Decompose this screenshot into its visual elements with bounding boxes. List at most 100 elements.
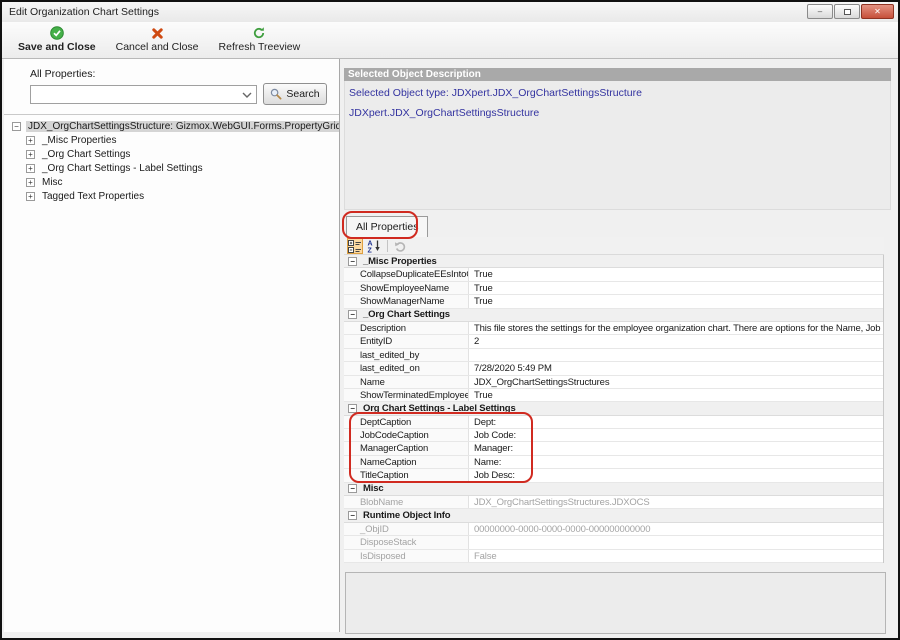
expand-icon[interactable]: + bbox=[26, 150, 35, 159]
property-value-cell[interactable]: True bbox=[469, 295, 883, 307]
collapse-icon[interactable]: − bbox=[348, 310, 357, 319]
property-value-cell[interactable]: JDX_OrgChartSettingsStructures.JDXOCS bbox=[469, 496, 883, 508]
undo-icon[interactable] bbox=[393, 238, 409, 254]
left-panel: All Properties: Search − JDX_OrgChartSet… bbox=[4, 59, 340, 632]
tree-item-misc[interactable]: +Misc bbox=[4, 175, 339, 189]
maximize-icon bbox=[844, 9, 851, 15]
categorized-icon[interactable] bbox=[347, 238, 363, 254]
collapse-icon[interactable]: − bbox=[348, 404, 357, 413]
property-row-namecaption[interactable]: NameCaptionName: bbox=[344, 456, 883, 469]
category-row-misc-properties[interactable]: −_Misc Properties bbox=[344, 255, 883, 268]
property-name-cell[interactable]: last_edited_on bbox=[344, 362, 469, 374]
expand-icon[interactable]: + bbox=[26, 192, 35, 201]
tab-all-properties[interactable]: All Properties bbox=[346, 216, 428, 237]
property-value-cell[interactable]: Dept: bbox=[469, 416, 883, 428]
collapse-icon[interactable]: − bbox=[12, 122, 21, 131]
save-and-close-button[interactable]: Save and Close bbox=[8, 22, 106, 58]
property-value-cell[interactable]: JDX_OrgChartSettingsStructures bbox=[469, 376, 883, 388]
property-name-cell[interactable]: DeptCaption bbox=[344, 416, 469, 428]
property-row-blobname[interactable]: BlobNameJDX_OrgChartSettingsStructures.J… bbox=[344, 496, 883, 509]
property-value-cell[interactable]: True bbox=[469, 268, 883, 280]
property-row-collapseduplicateeesintoone[interactable]: CollapseDuplicateEEsIntoOneTrue bbox=[344, 268, 883, 281]
alphabetical-sort-icon[interactable]: A Z bbox=[366, 238, 382, 254]
collapse-icon[interactable]: − bbox=[348, 257, 357, 266]
property-value-cell[interactable]: Manager: bbox=[469, 442, 883, 454]
property-row-last-edited-on[interactable]: last_edited_on7/28/2020 5:49 PM bbox=[344, 362, 883, 375]
tree-children: + _Misc Properties+_Org Chart Settings+_O… bbox=[4, 133, 339, 203]
property-name-cell[interactable]: _ObjID bbox=[344, 523, 469, 535]
property-row-showterminatedemployees[interactable]: ShowTerminatedEmployeesTrue bbox=[344, 389, 883, 402]
tree-item-label: _Misc Properties bbox=[40, 135, 118, 146]
category-label: Misc bbox=[363, 483, 384, 496]
search-button[interactable]: Search bbox=[263, 83, 327, 105]
property-name-cell[interactable]: Name bbox=[344, 376, 469, 388]
expand-icon[interactable]: + bbox=[26, 164, 35, 173]
property-name-cell[interactable]: EntityID bbox=[344, 335, 469, 347]
category-row-runtime-object-info[interactable]: −Runtime Object Info bbox=[344, 509, 883, 522]
minimize-button[interactable]: – bbox=[807, 4, 833, 19]
collapse-icon[interactable]: − bbox=[348, 484, 357, 493]
cancel-and-close-button[interactable]: Cancel and Close bbox=[106, 22, 209, 58]
property-value-cell[interactable]: Job Code: bbox=[469, 429, 883, 441]
category-row-misc[interactable]: −Misc bbox=[344, 483, 883, 496]
property-row-showmanagername[interactable]: ShowManagerNameTrue bbox=[344, 295, 883, 308]
property-value-cell[interactable]: True bbox=[469, 282, 883, 294]
property-name-cell[interactable]: last_edited_by bbox=[344, 349, 469, 361]
category-row-org-chart-settings[interactable]: −_Org Chart Settings bbox=[344, 309, 883, 322]
property-row-jobcodecaption[interactable]: JobCodeCaptionJob Code: bbox=[344, 429, 883, 442]
property-value-cell[interactable]: Job Desc: bbox=[469, 469, 883, 481]
property-value-cell[interactable] bbox=[469, 536, 883, 548]
property-name-cell[interactable]: ShowEmployeeName bbox=[344, 282, 469, 294]
property-name-cell[interactable]: IsDisposed bbox=[344, 550, 469, 562]
tree-item-org-chart-settings[interactable]: +_Org Chart Settings bbox=[4, 147, 339, 161]
window-title: Edit Organization Chart Settings bbox=[9, 6, 159, 18]
property-row-showemployeename[interactable]: ShowEmployeeNameTrue bbox=[344, 282, 883, 295]
property-name-cell[interactable]: ShowTerminatedEmployees bbox=[344, 389, 469, 401]
property-row-deptcaption[interactable]: DeptCaptionDept: bbox=[344, 416, 883, 429]
property-name-cell[interactable]: ShowManagerName bbox=[344, 295, 469, 307]
property-name-cell[interactable]: CollapseDuplicateEEsIntoOne bbox=[344, 268, 469, 280]
collapse-icon[interactable]: − bbox=[348, 511, 357, 520]
maximize-button[interactable] bbox=[834, 4, 860, 19]
property-row-last-edited-by[interactable]: last_edited_by bbox=[344, 349, 883, 362]
expand-icon[interactable]: + bbox=[26, 136, 35, 145]
expand-icon[interactable]: + bbox=[26, 178, 35, 187]
property-value-cell[interactable]: False bbox=[469, 550, 883, 562]
right-panel: Selected Object Description Selected Obj… bbox=[343, 59, 896, 636]
selected-object-name: JDXpert.JDX_OrgChartSettingsStructure bbox=[349, 107, 890, 119]
property-name-cell[interactable]: Description bbox=[344, 322, 469, 334]
property-name-cell[interactable]: BlobName bbox=[344, 496, 469, 508]
property-value-cell[interactable]: This file stores the settings for the em… bbox=[469, 322, 883, 334]
property-name-cell[interactable]: TitleCaption bbox=[344, 469, 469, 481]
property-row-objid[interactable]: _ObjID00000000-0000-0000-0000-0000000000… bbox=[344, 523, 883, 536]
refresh-icon bbox=[252, 26, 266, 40]
property-row-managercaption[interactable]: ManagerCaptionManager: bbox=[344, 442, 883, 455]
properties-filter-combobox[interactable] bbox=[30, 85, 257, 104]
close-button[interactable]: ✕ bbox=[861, 4, 894, 19]
property-value-cell[interactable]: 00000000-0000-0000-0000-000000000000 bbox=[469, 523, 883, 535]
property-value-cell[interactable]: Name: bbox=[469, 456, 883, 468]
category-row-org-chart-settings-label-settings[interactable]: −Org Chart Settings - Label Settings bbox=[344, 402, 883, 415]
tree-item-tagged-text-properties[interactable]: +Tagged Text Properties bbox=[4, 189, 339, 203]
tree-item-misc-properties[interactable]: + _Misc Properties bbox=[4, 133, 339, 147]
tree-root-label: JDX_OrgChartSettingsStructure: Gizmox.We… bbox=[26, 121, 339, 132]
property-value-cell[interactable] bbox=[469, 349, 883, 361]
property-row-isdisposed[interactable]: IsDisposedFalse bbox=[344, 550, 883, 563]
property-row-disposestack[interactable]: DisposeStack bbox=[344, 536, 883, 549]
property-value-cell[interactable]: True bbox=[469, 389, 883, 401]
property-name-cell[interactable]: NameCaption bbox=[344, 456, 469, 468]
property-name-cell[interactable]: DisposeStack bbox=[344, 536, 469, 548]
category-label: Runtime Object Info bbox=[363, 509, 450, 522]
property-row-titlecaption[interactable]: TitleCaptionJob Desc: bbox=[344, 469, 883, 482]
property-row-entityid[interactable]: EntityID2 bbox=[344, 335, 883, 348]
title-bar[interactable]: Edit Organization Chart Settings – ✕ bbox=[2, 2, 898, 22]
property-value-cell[interactable]: 2 bbox=[469, 335, 883, 347]
property-value-cell[interactable]: 7/28/2020 5:49 PM bbox=[469, 362, 883, 374]
property-name-cell[interactable]: ManagerCaption bbox=[344, 442, 469, 454]
tree-item-org-chart-settings-label-settings[interactable]: +_Org Chart Settings - Label Settings bbox=[4, 161, 339, 175]
property-row-description[interactable]: DescriptionThis file stores the settings… bbox=[344, 322, 883, 335]
property-row-name[interactable]: NameJDX_OrgChartSettingsStructures bbox=[344, 376, 883, 389]
property-name-cell[interactable]: JobCodeCaption bbox=[344, 429, 469, 441]
tree-root-item[interactable]: − JDX_OrgChartSettingsStructure: Gizmox.… bbox=[4, 119, 339, 133]
refresh-treeview-button[interactable]: Refresh Treeview bbox=[209, 22, 311, 58]
